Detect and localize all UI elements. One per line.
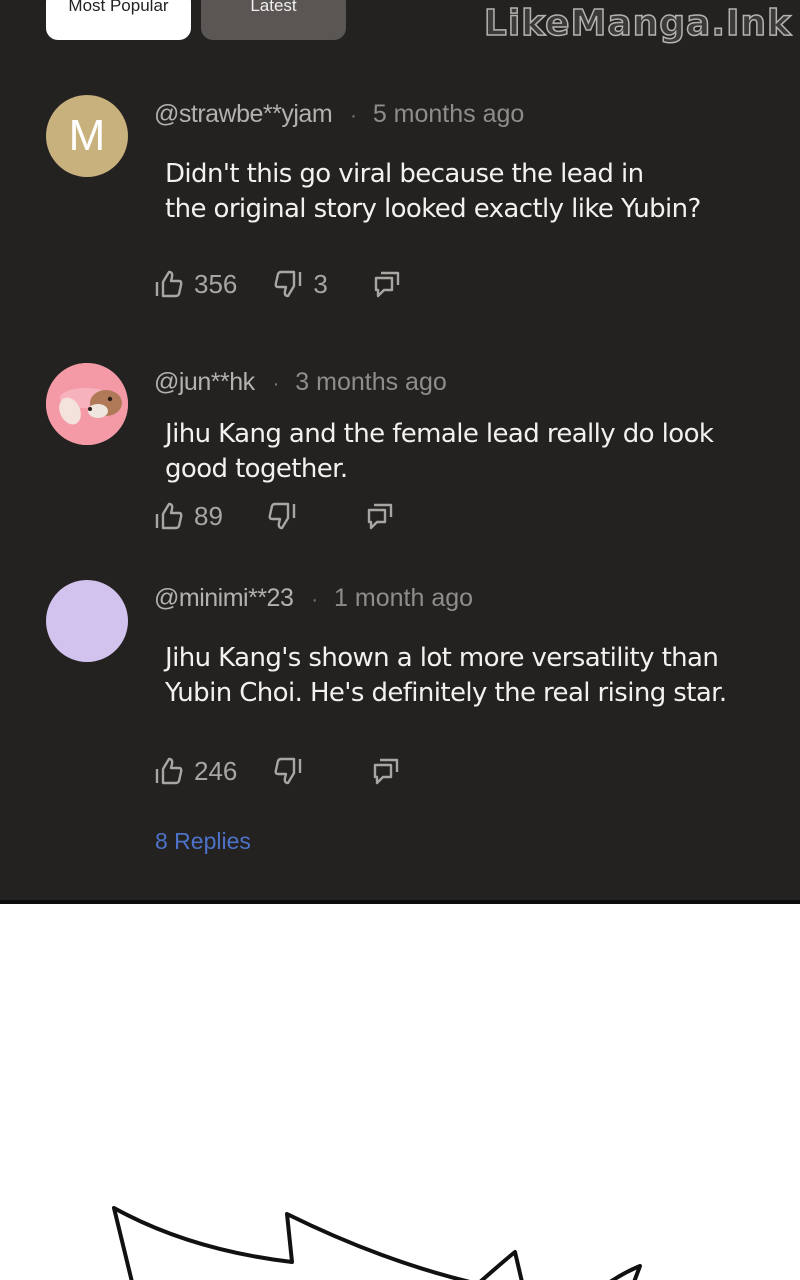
comment-meta: @strawbe**yjam · 5 months ago xyxy=(154,100,524,129)
dislike-button[interactable]: 3 xyxy=(273,268,328,300)
like-button[interactable]: 89 xyxy=(154,501,223,532)
reply-icon xyxy=(374,758,399,785)
thumbs-down-icon xyxy=(268,502,296,530)
comments-panel: Most Popular Latest LikeManga.Ink M @str… xyxy=(0,0,800,900)
comment-text: Didn't this go viral because the lead in… xyxy=(165,159,701,224)
view-replies-link[interactable]: 8 Replies xyxy=(155,828,251,855)
tab-latest[interactable]: Latest xyxy=(201,0,346,40)
comment-author[interactable]: @jun**hk xyxy=(154,368,255,397)
reply-button[interactable] xyxy=(365,501,395,531)
avatar[interactable] xyxy=(46,363,128,445)
like-count: 356 xyxy=(194,268,238,299)
like-count: 246 xyxy=(194,755,238,786)
thumbs-up-icon xyxy=(155,270,183,298)
dislike-button[interactable] xyxy=(267,501,307,531)
avatar[interactable]: M xyxy=(46,95,128,177)
reply-icon xyxy=(374,271,400,298)
comment-author[interactable]: @strawbe**yjam xyxy=(154,100,333,129)
like-button[interactable]: 246 xyxy=(154,756,237,787)
comment-time: 3 months ago xyxy=(295,368,447,396)
reply-button[interactable] xyxy=(371,756,401,786)
tab-most-popular[interactable]: Most Popular xyxy=(46,0,191,40)
panel-divider xyxy=(0,900,800,904)
comment-meta: @minimi**23 · 1 month ago xyxy=(154,584,473,613)
separator-dot: · xyxy=(350,105,357,127)
comment-meta: @jun**hk · 3 months ago xyxy=(154,368,447,397)
comment-actions: 89 xyxy=(154,499,395,533)
comment-text: Jihu Kang's shown a lot more versatility… xyxy=(165,643,727,708)
comment-time: 5 months ago xyxy=(372,100,525,128)
like-count: 89 xyxy=(194,500,223,531)
separator-dot: · xyxy=(272,373,280,395)
thumbs-down-icon xyxy=(274,757,302,785)
avatar[interactable] xyxy=(46,580,128,662)
comment-actions: 356 3 xyxy=(154,267,402,301)
comment-time: 1 month ago xyxy=(334,584,474,612)
avatar-photo-image xyxy=(46,363,128,445)
reply-icon xyxy=(367,503,393,530)
watermark: LikeManga.Ink xyxy=(483,2,792,45)
dislike-button[interactable] xyxy=(273,756,313,786)
comment-actions: 246 xyxy=(154,754,401,788)
thumbs-up-icon xyxy=(155,502,183,530)
like-button[interactable]: 356 xyxy=(154,269,237,300)
thumbs-up-icon xyxy=(155,757,183,785)
comment-text: Jihu Kang and the female lead really do … xyxy=(165,419,714,484)
dislike-count: 3 xyxy=(313,268,328,299)
separator-dot: · xyxy=(311,589,319,611)
comment-author[interactable]: @minimi**23 xyxy=(154,584,294,613)
reply-button[interactable] xyxy=(372,269,402,299)
thumbs-down-icon xyxy=(274,270,302,298)
speech-bubble-outline xyxy=(112,1206,642,1280)
avatar-letter: M xyxy=(68,111,106,160)
